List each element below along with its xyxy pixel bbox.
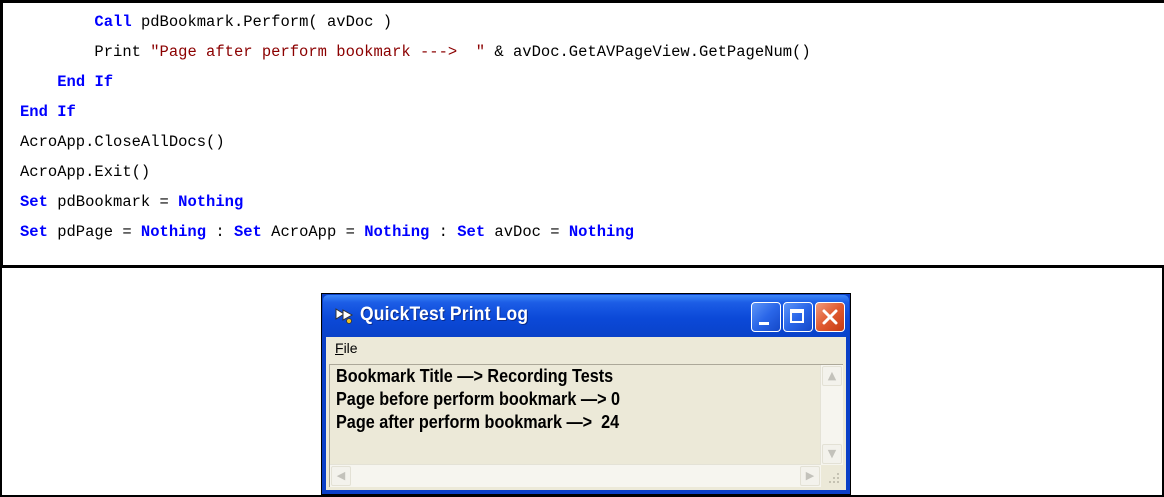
maximize-button[interactable] bbox=[783, 302, 813, 332]
log-line: Page after perform bookmark —> 24 bbox=[336, 412, 620, 432]
resize-grip-icon[interactable] bbox=[821, 465, 843, 487]
log-line: Bookmark Title —> Recording Tests bbox=[336, 366, 614, 386]
code-panel: Call pdBookmark.Perform( avDoc ) Print "… bbox=[0, 0, 1164, 268]
minimize-button[interactable] bbox=[751, 302, 781, 332]
code-line: Call pdBookmark.Perform( avDoc ) bbox=[94, 13, 393, 31]
window-titlebar[interactable]: QuickTest Print Log bbox=[323, 295, 849, 337]
code-line: Print "Page after perform bookmark ---> … bbox=[94, 43, 811, 61]
menu-bar: File bbox=[326, 337, 846, 361]
resize-grip-dots bbox=[829, 473, 839, 483]
code-line: End If bbox=[57, 73, 114, 91]
minimize-icon bbox=[759, 322, 769, 325]
code-line: Set pdBookmark = Nothing bbox=[20, 193, 244, 211]
scroll-right-icon[interactable]: ▶ bbox=[800, 466, 820, 486]
print-log-text-area[interactable]: Bookmark Title —> Recording Tests Page b… bbox=[329, 364, 843, 487]
log-line: Page before perform bookmark —> 0 bbox=[336, 389, 621, 409]
print-log-window: QuickTest Print Log File Bookmark Title … bbox=[321, 293, 851, 495]
window-title: QuickTest Print Log bbox=[360, 304, 529, 325]
code-line: Set pdPage = Nothing : Set AcroApp = Not… bbox=[20, 223, 634, 241]
code-line: AcroApp.Exit() bbox=[20, 163, 151, 181]
close-button[interactable] bbox=[815, 302, 845, 332]
code-line: AcroApp.CloseAllDocs() bbox=[20, 133, 225, 151]
scroll-left-icon[interactable]: ◀ bbox=[331, 466, 351, 486]
horizontal-scrollbar[interactable]: ◀ ▶ bbox=[330, 464, 821, 487]
vertical-scrollbar[interactable]: ▲ ▼ bbox=[820, 365, 843, 465]
maximize-icon bbox=[790, 309, 804, 323]
menu-file[interactable]: File bbox=[335, 340, 358, 356]
code-line: End If bbox=[20, 103, 76, 121]
quicktest-app-icon bbox=[335, 308, 354, 324]
close-icon bbox=[822, 309, 838, 325]
scroll-down-icon[interactable]: ▼ bbox=[822, 444, 842, 464]
window-client: File Bookmark Title —> Recording Tests P… bbox=[326, 337, 846, 490]
scroll-up-icon[interactable]: ▲ bbox=[822, 366, 842, 386]
